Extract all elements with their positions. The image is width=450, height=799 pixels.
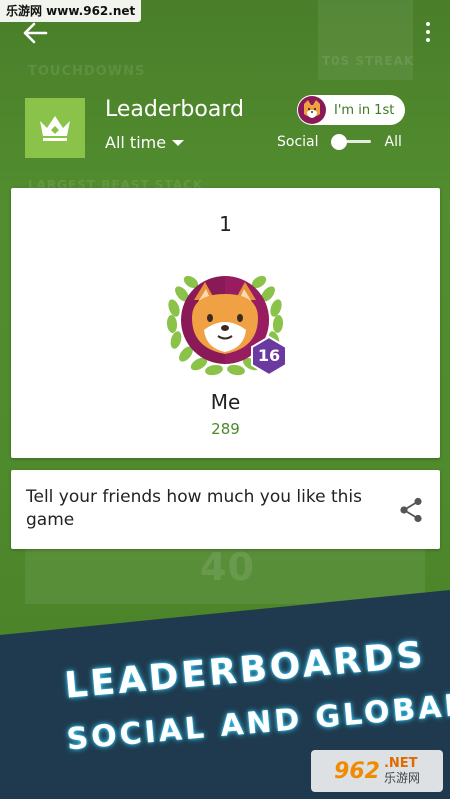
time-filter-dropdown[interactable]: All time xyxy=(105,133,185,152)
player-card[interactable]: 1 16 Me 289 xyxy=(11,188,440,458)
arrow-left-icon xyxy=(23,22,48,44)
shiba-dog-icon xyxy=(304,100,320,118)
toggle-social-label: Social xyxy=(277,134,319,150)
level-number: 16 xyxy=(257,346,281,365)
toggle-all-label: All xyxy=(384,134,402,150)
level-badge: 16 xyxy=(249,336,289,376)
logo-number: 962 xyxy=(334,758,380,784)
back-button[interactable] xyxy=(22,22,48,44)
social-all-toggle-row: Social All xyxy=(277,134,402,150)
player-name: Me xyxy=(210,390,241,414)
leaderboard-title: Leaderboard xyxy=(105,97,244,122)
ghost-big-number: 40 xyxy=(200,545,255,589)
im-in-first-button[interactable]: I'm in 1st xyxy=(297,95,405,125)
im-in-first-label: I'm in 1st xyxy=(334,102,395,118)
share-prompt-text: Tell your friends how much you like this… xyxy=(26,487,362,530)
site-watermark: 乐游网 www.962.net xyxy=(0,0,142,22)
site-logo-watermark: 962 .NET 乐游网 xyxy=(311,750,443,792)
more-options-button[interactable] xyxy=(424,22,432,44)
social-all-switch[interactable] xyxy=(330,134,373,150)
time-filter-label: All time xyxy=(105,133,167,152)
caret-down-icon xyxy=(172,139,185,146)
share-icon xyxy=(400,497,422,523)
player-score: 289 xyxy=(211,420,240,438)
logo-net: .NET xyxy=(383,756,418,771)
ghost-touchdowns-label: TOUCHDOWNS xyxy=(28,64,146,79)
more-vertical-icon xyxy=(424,22,432,42)
mini-avatar xyxy=(298,96,326,124)
player-rank: 1 xyxy=(219,212,232,236)
ghost-bar xyxy=(318,0,413,80)
switch-knob xyxy=(330,134,347,150)
share-button[interactable] xyxy=(399,497,423,523)
share-card[interactable]: Tell your friends how much you like this… xyxy=(11,470,440,549)
logo-chinese: 乐游网 xyxy=(383,771,420,785)
crown-icon xyxy=(40,116,70,141)
leaderboard-crown-tile xyxy=(25,98,85,158)
